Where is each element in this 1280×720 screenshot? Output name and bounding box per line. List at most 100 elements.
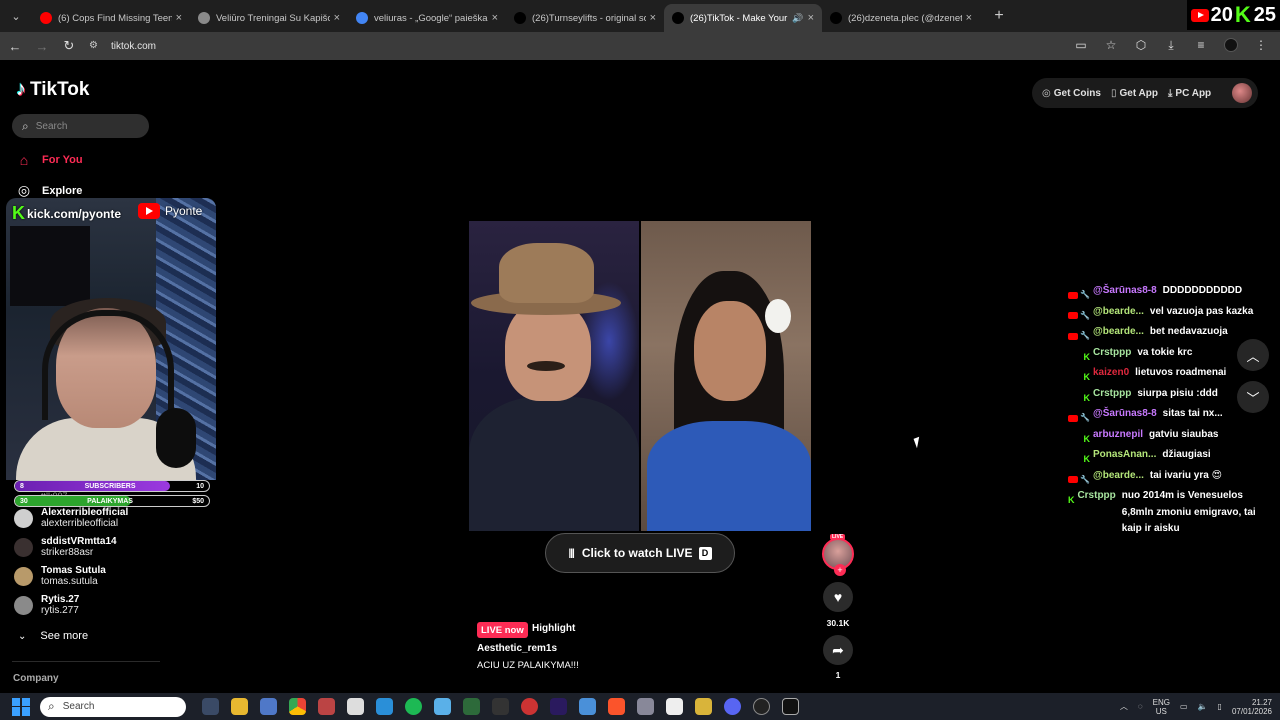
reload-icon[interactable]: ↻ [57, 34, 81, 58]
display-icon[interactable]: ▭ [1180, 702, 1188, 711]
get-coins-label: Get Coins [1053, 87, 1101, 99]
speaker-icon[interactable]: 🔊 [792, 13, 803, 24]
watch-live-button[interactable]: ||| Click to watch LIVE D [545, 533, 735, 573]
task-view-icon[interactable] [202, 698, 219, 715]
creator-live-avatar[interactable]: LIVE + [822, 534, 854, 576]
kick-badge-icon: K [1083, 433, 1091, 444]
youtube-count: 20 [1210, 3, 1233, 26]
get-app-button[interactable]: ▯ Get App [1111, 88, 1158, 99]
like-button[interactable]: ♥ [823, 582, 853, 612]
account-avatar [14, 508, 33, 528]
app-icon-3[interactable] [463, 698, 480, 715]
following-account[interactable]: Tomas Sutula tomas.sutula [14, 565, 106, 587]
app-icon-4[interactable] [492, 698, 509, 715]
following-account[interactable]: Rytis.27 rytis.277 [14, 594, 79, 616]
account-text: Alexterribleofficial alexterribleofficial [41, 507, 128, 529]
browser-tab[interactable]: Veliūro Treningai Su Kapišonu - × [190, 4, 348, 32]
account-handle: tomas.sutula [41, 576, 98, 587]
live-video-preview[interactable] [469, 221, 811, 531]
menu-kebab-icon[interactable]: ⋮ [1250, 34, 1272, 56]
photos-icon[interactable] [434, 698, 451, 715]
app-icon-9[interactable] [695, 698, 712, 715]
url-field[interactable]: ⚙ tiktok.com [89, 40, 156, 52]
tray-overflow-chevron-icon[interactable]: ︿ [1120, 701, 1128, 712]
cast-icon[interactable]: ▭ [1070, 34, 1092, 56]
chat-text: sitas tai nx... [1162, 408, 1223, 419]
app-icon-10[interactable] [782, 698, 799, 715]
app-icon-1[interactable] [318, 698, 335, 715]
edge-icon[interactable] [376, 698, 393, 715]
clock[interactable]: 21.27 07/01/2026 [1232, 698, 1272, 716]
obs-icon[interactable] [753, 698, 770, 715]
download-icon[interactable]: ⤓ [1160, 34, 1182, 56]
profile-icon[interactable] [1220, 34, 1242, 56]
discord-icon[interactable] [724, 698, 741, 715]
tab-close-icon[interactable]: × [650, 12, 656, 24]
app-icon-2[interactable] [347, 698, 364, 715]
brave-icon[interactable] [608, 698, 625, 715]
file-explorer-icon[interactable] [231, 698, 248, 715]
spotify-icon[interactable] [405, 698, 422, 715]
live-now-badge[interactable]: LIVE now [477, 622, 528, 638]
scroll-up-button[interactable]: ︿ [1237, 339, 1269, 371]
pc-app-button[interactable]: ⤓ PC App [1168, 88, 1211, 99]
tab-title: (26)Turnseylifts - original sound [532, 12, 646, 24]
tab-close-icon[interactable]: × [176, 12, 182, 24]
following-account[interactable]: Alexterribleofficial alexterribleofficial [14, 507, 128, 529]
chat-badges: 🔧 [1060, 308, 1090, 325]
share-button[interactable]: ➦ [823, 635, 853, 665]
tiktok-note-icon: ♪ [16, 78, 26, 100]
extensions-icon[interactable]: ⬡ [1130, 34, 1152, 56]
battery-icon[interactable]: ▯ [1218, 702, 1222, 711]
search-icon: ⌕ [48, 699, 55, 713]
nav-explore[interactable]: ◎ Explore [16, 182, 82, 199]
browser-tab[interactable]: (6) Cops Find Missing Teen's Bo × [32, 4, 190, 32]
windows-start-icon[interactable] [12, 697, 30, 716]
tab-close-icon[interactable]: × [334, 12, 340, 24]
account-avatar [14, 537, 33, 557]
network-icon[interactable]: ◌ [1138, 702, 1143, 711]
site-info-icon[interactable]: ⚙ [89, 40, 103, 52]
media-control-icon[interactable]: ≡ [1190, 34, 1212, 56]
taskbar-search-input[interactable]: ⌕ Search [40, 696, 186, 717]
browser-tab[interactable]: (26)TikTok - Make Your Day🔊 × [664, 4, 822, 32]
follow-plus-icon[interactable]: + [834, 564, 846, 576]
new-tab-plus-icon[interactable]: + [986, 3, 1012, 29]
user-avatar[interactable] [1232, 83, 1252, 103]
language-indicator[interactable]: ENG US [1153, 698, 1170, 716]
forward-arrow-icon[interactable]: → [30, 34, 54, 58]
bookmark-star-icon[interactable]: ☆ [1100, 34, 1122, 56]
chat-badges: K [1060, 349, 1091, 366]
tab-close-icon[interactable]: × [966, 12, 972, 24]
tab-close-icon[interactable]: × [492, 12, 498, 24]
tab-strip: (6) Cops Find Missing Teen's Bo×Veliūro … [32, 0, 980, 32]
tiktok-logo[interactable]: ♪ TikTok [16, 78, 89, 101]
following-account[interactable]: sddistVRmtta14 striker88asr [14, 536, 117, 558]
browser-tab[interactable]: (26)dzeneta.plec (@dzeneta.plec × [822, 4, 980, 32]
premiere-icon[interactable] [550, 698, 567, 715]
back-arrow-icon[interactable]: ← [3, 34, 27, 58]
browser-tab[interactable]: (26)Turnseylifts - original sound × [506, 4, 664, 32]
see-more-button[interactable]: ⌄ See more [18, 630, 88, 642]
tab-close-icon[interactable]: × [808, 12, 814, 24]
company-link[interactable]: Company [13, 673, 59, 684]
volume-icon[interactable]: 🔈 [1198, 702, 1208, 711]
browser-tab[interactable]: veliuras - „Google“ paieška × [348, 4, 506, 32]
app-icon-8[interactable] [666, 698, 683, 715]
app-icon-7[interactable] [637, 698, 654, 715]
youtube-icon [138, 203, 160, 219]
store-icon[interactable] [260, 698, 277, 715]
search-input[interactable]: ⌕ Search [12, 114, 149, 138]
chat-username: @bearde... [1093, 326, 1144, 337]
chat-badges: K [1060, 492, 1075, 509]
chrome-icon[interactable] [289, 698, 306, 715]
get-coins-button[interactable]: ◎ Get Coins [1042, 88, 1101, 99]
app-icon-6[interactable] [579, 698, 596, 715]
get-app-label: Get App [1119, 87, 1158, 99]
tab-title: veliuras - „Google“ paieška [374, 12, 488, 24]
video-author[interactable]: Aesthetic_rem1s [477, 643, 557, 654]
app-icon-5[interactable] [521, 698, 538, 715]
nav-for-you[interactable]: ⌂ For You [16, 152, 83, 168]
tab-list-chevron-icon[interactable]: ⌄ [4, 4, 28, 28]
scroll-down-button[interactable]: ﹀ [1237, 381, 1269, 413]
